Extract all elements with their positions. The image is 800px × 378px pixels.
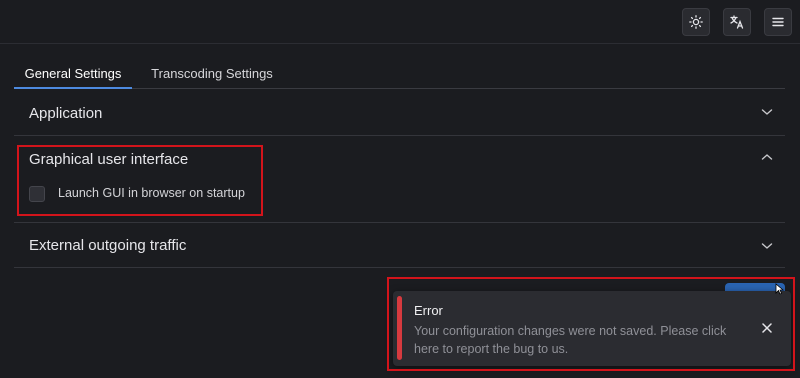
- settings-tabs: General Settings Transcoding Settings: [14, 58, 785, 89]
- translate-icon: [730, 15, 744, 29]
- chevron-up-icon[interactable]: [761, 153, 773, 161]
- top-bar: [0, 0, 800, 44]
- section-application[interactable]: Application: [14, 89, 785, 136]
- hamburger-menu-icon: [772, 17, 784, 27]
- theme-toggle-button[interactable]: [682, 8, 710, 36]
- menu-button[interactable]: [764, 8, 792, 36]
- section-external-traffic[interactable]: External outgoing traffic: [14, 223, 785, 268]
- section-traffic-title: External outgoing traffic: [29, 237, 187, 254]
- highlight-box-gui: [17, 145, 263, 216]
- chevron-down-icon[interactable]: [761, 108, 773, 116]
- sun-icon: [689, 15, 703, 29]
- section-application-title: Application: [29, 105, 103, 122]
- highlight-box-toast: [387, 277, 795, 371]
- tab-transcoding-settings[interactable]: Transcoding Settings: [139, 58, 285, 89]
- tab-general-settings[interactable]: General Settings: [14, 58, 132, 89]
- chevron-down-icon[interactable]: [761, 242, 773, 250]
- mouse-cursor-icon: [775, 283, 784, 295]
- language-button[interactable]: [723, 8, 751, 36]
